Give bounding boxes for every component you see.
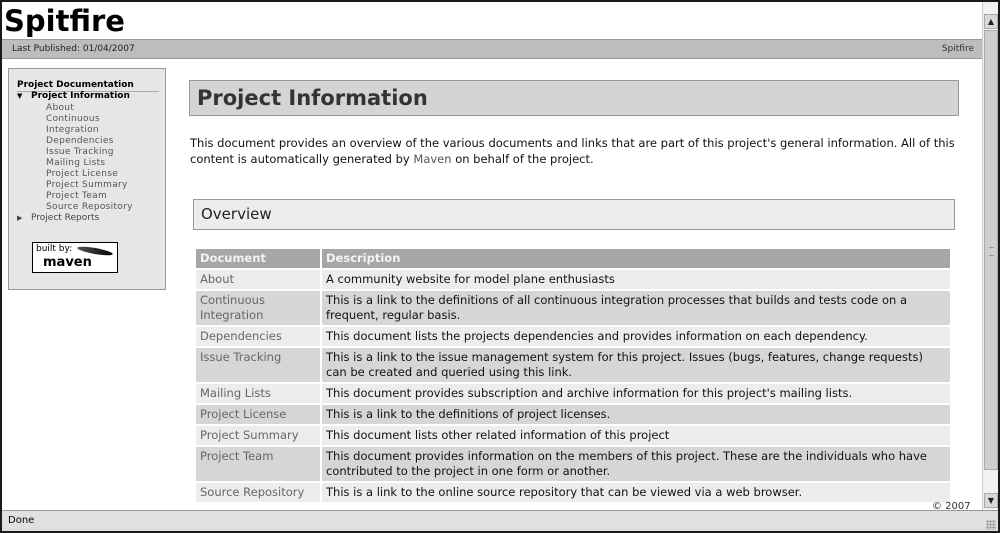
breadcrumb-bar: Last Published: 01/04/2007 Spitfire	[2, 39, 982, 59]
document-description: This document lists the projects depende…	[322, 327, 950, 346]
built-by-maven-logo[interactable]: built by: maven	[32, 242, 118, 273]
document-description: A community website for model plane enth…	[322, 270, 950, 289]
nav-item-issue-tracking[interactable]: Issue Tracking	[46, 147, 133, 158]
triangle-right-icon: ▶	[17, 214, 23, 222]
page-title: Project Information	[197, 86, 428, 110]
last-published: Last Published: 01/04/2007	[12, 44, 135, 54]
page-title-bar: Project Information	[189, 80, 959, 116]
sidebar-navigation: Project Documentation ▼ Project Informati…	[8, 68, 166, 290]
document-link[interactable]: Dependencies	[196, 327, 320, 346]
document-link[interactable]: Source Repository	[196, 483, 320, 502]
nav-item-source-repository[interactable]: Source Repository	[46, 202, 133, 213]
document-link[interactable]: Continuous Integration	[196, 291, 320, 325]
document-link[interactable]: Project Team	[196, 447, 320, 481]
maven-link[interactable]: Maven	[413, 152, 451, 166]
nav-item-project-license[interactable]: Project License	[46, 169, 133, 180]
table-row: Issue Tracking This is a link to the iss…	[196, 348, 950, 382]
nav-item-dependencies[interactable]: Dependencies	[46, 136, 133, 147]
document-description: This document lists other related inform…	[322, 426, 950, 445]
column-header-description: Description	[322, 249, 950, 268]
intro-paragraph: This document provides an overview of th…	[190, 135, 960, 167]
status-bar: Done	[2, 510, 998, 531]
document-link[interactable]: About	[196, 270, 320, 289]
table-row: Project License This is a link to the de…	[196, 405, 950, 424]
table-row: About A community website for model plan…	[196, 270, 950, 289]
vertical-scrollbar[interactable]: ▲ ▼	[982, 2, 998, 510]
nav-items: About Continuous Integration Dependencie…	[46, 103, 133, 213]
documents-table: Document Description About A community w…	[194, 247, 952, 504]
table-row: Mailing Lists This document provides sub…	[196, 384, 950, 403]
chevron-down-icon[interactable]: ▼	[984, 493, 998, 508]
status-text: Done	[8, 515, 35, 526]
site-title[interactable]: Spitfire	[4, 4, 125, 38]
chevron-up-icon[interactable]: ▲	[984, 14, 998, 29]
browser-window: Spitfire Last Published: 01/04/2007 Spit…	[2, 2, 998, 531]
section-heading-bar: Overview	[193, 199, 955, 230]
table-row: Source Repository This is a link to the …	[196, 483, 950, 502]
table-row: Project Summary This document lists othe…	[196, 426, 950, 445]
document-description: This is a link to the online source repo…	[322, 483, 950, 502]
nav-item-about[interactable]: About	[46, 103, 133, 114]
breadcrumb-project-link[interactable]: Spitfire	[942, 40, 974, 58]
nav-group-label: Project Reports	[31, 213, 100, 223]
triangle-down-icon: ▼	[17, 92, 23, 100]
nav-group-project-information[interactable]: ▼ Project Information	[17, 91, 130, 102]
document-description: This document provides information on th…	[322, 447, 950, 481]
table-header-row: Document Description	[196, 249, 950, 268]
copyright-footer: © 2007	[932, 501, 971, 511]
maven-label: maven	[43, 255, 92, 270]
column-header-document: Document	[196, 249, 320, 268]
document-description: This is a link to the definitions of pro…	[322, 405, 950, 424]
document-link[interactable]: Project Summary	[196, 426, 320, 445]
resize-grip-icon[interactable]	[986, 520, 996, 530]
nav-item-continuous[interactable]: Continuous	[46, 114, 133, 125]
table-row: Continuous Integration This is a link to…	[196, 291, 950, 325]
nav-group-project-reports[interactable]: ▶ Project Reports	[17, 213, 99, 224]
built-by-label: built by:	[36, 244, 73, 254]
document-link[interactable]: Mailing Lists	[196, 384, 320, 403]
page-viewport: Spitfire Last Published: 01/04/2007 Spit…	[2, 2, 982, 510]
section-title: Overview	[201, 205, 272, 223]
document-description: This is a link to the issue management s…	[322, 348, 950, 382]
document-description: This document provides subscription and …	[322, 384, 950, 403]
nav-item-project-team[interactable]: Project Team	[46, 191, 133, 202]
nav-item-project-summary[interactable]: Project Summary	[46, 180, 133, 191]
document-link[interactable]: Project License	[196, 405, 320, 424]
grip-icon	[989, 247, 994, 256]
document-link[interactable]: Issue Tracking	[196, 348, 320, 382]
nav-item-integration[interactable]: Integration	[46, 125, 133, 136]
document-description: This is a link to the definitions of all…	[322, 291, 950, 325]
table-row: Dependencies This document lists the pro…	[196, 327, 950, 346]
scrollbar-thumb[interactable]	[984, 30, 998, 470]
table-row: Project Team This document provides info…	[196, 447, 950, 481]
nav-group-label: Project Information	[31, 91, 130, 101]
intro-text-end: on behalf of the project.	[451, 152, 594, 166]
nav-item-mailing-lists[interactable]: Mailing Lists	[46, 158, 133, 169]
